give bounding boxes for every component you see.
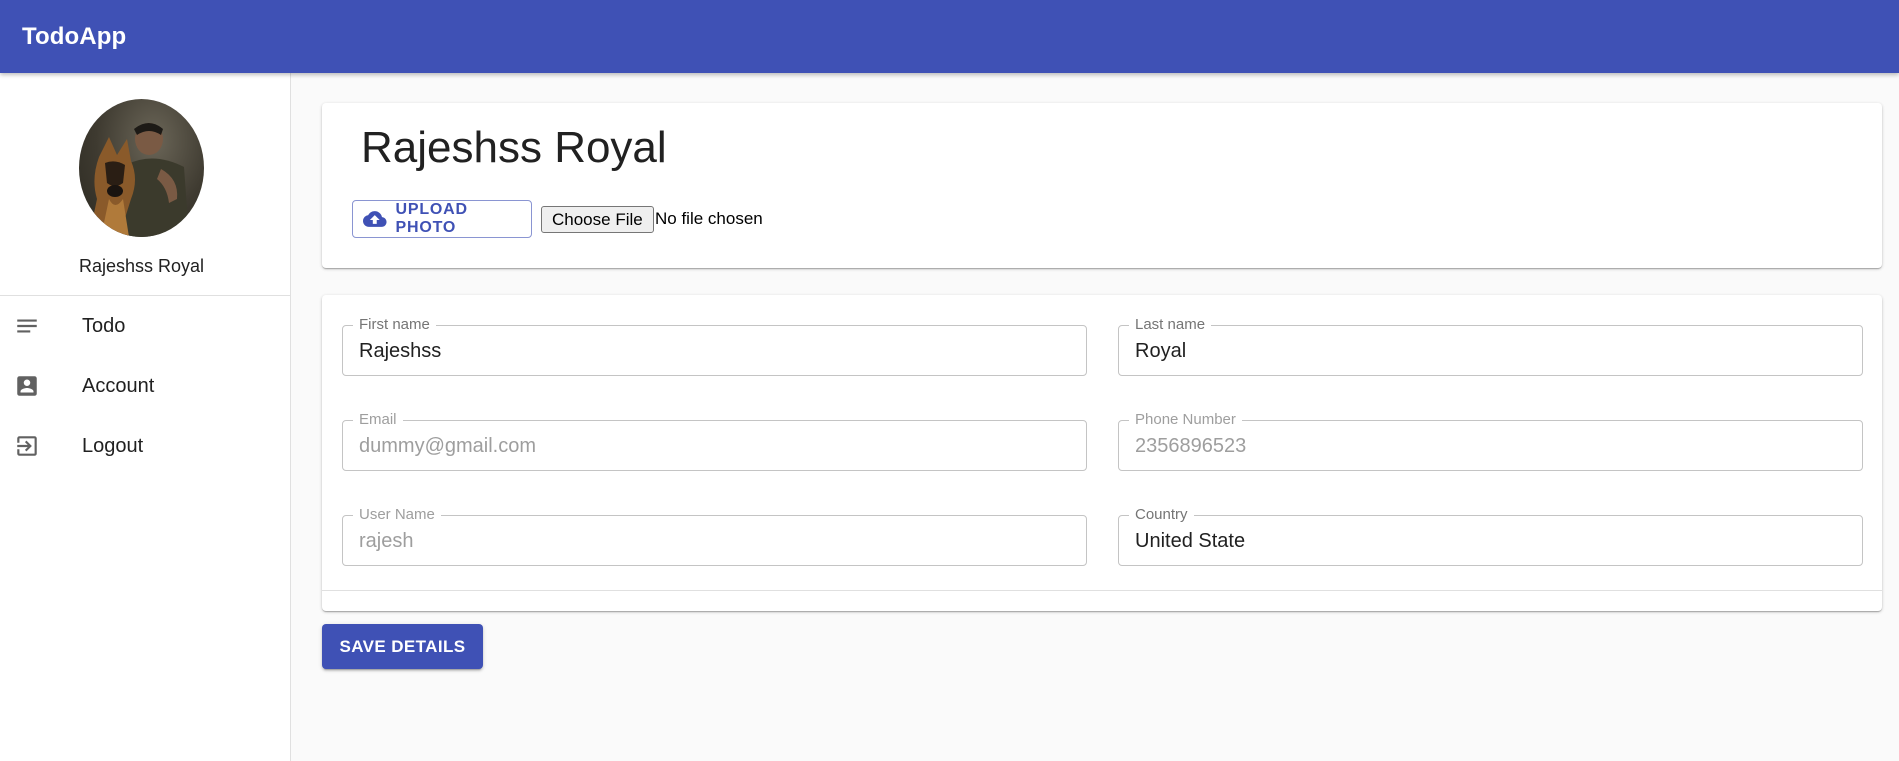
phone-number-label: Phone Number: [1129, 411, 1242, 429]
sidebar-profile: Rajeshss Royal: [0, 73, 290, 296]
choose-file-button[interactable]: Choose File: [541, 206, 654, 233]
profile-card: Rajeshss Royal UPLOAD PHOTO Choose File …: [322, 103, 1882, 268]
email-label: Email: [353, 411, 403, 429]
page-title: Rajeshss Royal: [361, 123, 667, 172]
first-name-value: Rajeshss: [359, 340, 442, 362]
country-value: United State: [1135, 530, 1246, 552]
user-name-value: rajesh: [359, 530, 414, 552]
cloud-upload-icon: [363, 211, 387, 227]
sidebar-item-todo[interactable]: Todo: [0, 296, 290, 356]
sidebar-user-name: Rajeshss Royal: [78, 256, 205, 276]
email-field: Email dummy@gmail.com: [342, 411, 1087, 471]
user-name-field: User Name rajesh: [342, 506, 1087, 566]
sidebar-item-label: Logout: [82, 434, 144, 457]
last-name-field[interactable]: Last name Royal: [1118, 316, 1863, 376]
app-title: TodoApp: [22, 22, 127, 50]
sidebar-item-label: Todo: [82, 314, 126, 337]
upload-photo-button[interactable]: UPLOAD PHOTO: [352, 200, 532, 238]
save-details-button[interactable]: SAVE DETAILS: [322, 624, 483, 669]
first-name-label: First name: [353, 316, 436, 334]
email-value: dummy@gmail.com: [359, 435, 537, 457]
sidebar-item-logout[interactable]: Logout: [0, 416, 290, 476]
account-box-icon: [14, 373, 40, 399]
last-name-label: Last name: [1129, 316, 1212, 334]
sidebar-item-account[interactable]: Account: [0, 356, 290, 416]
last-name-value: Royal: [1135, 340, 1187, 362]
phone-number-value: 2356896523: [1135, 435, 1247, 457]
sidebar: Rajeshss Royal Todo Account Logout: [0, 73, 291, 761]
first-name-field[interactable]: First name Rajeshss: [342, 316, 1087, 376]
phone-number-field: Phone Number 2356896523: [1118, 411, 1863, 471]
sidebar-item-label: Account: [82, 374, 155, 397]
notes-icon: [14, 313, 40, 339]
account-form-card: First name Rajeshss Last name Royal Emai…: [322, 295, 1882, 611]
exit-icon: [14, 433, 40, 459]
country-label: Country: [1129, 506, 1194, 524]
upload-photo-label: UPLOAD PHOTO: [395, 201, 468, 236]
file-status: No file chosen: [655, 209, 763, 228]
avatar: [79, 99, 204, 237]
country-field[interactable]: Country United State: [1118, 506, 1863, 566]
card-divider: [322, 590, 1882, 591]
app-bar: TodoApp: [0, 0, 1899, 73]
user-name-label: User Name: [353, 506, 441, 524]
